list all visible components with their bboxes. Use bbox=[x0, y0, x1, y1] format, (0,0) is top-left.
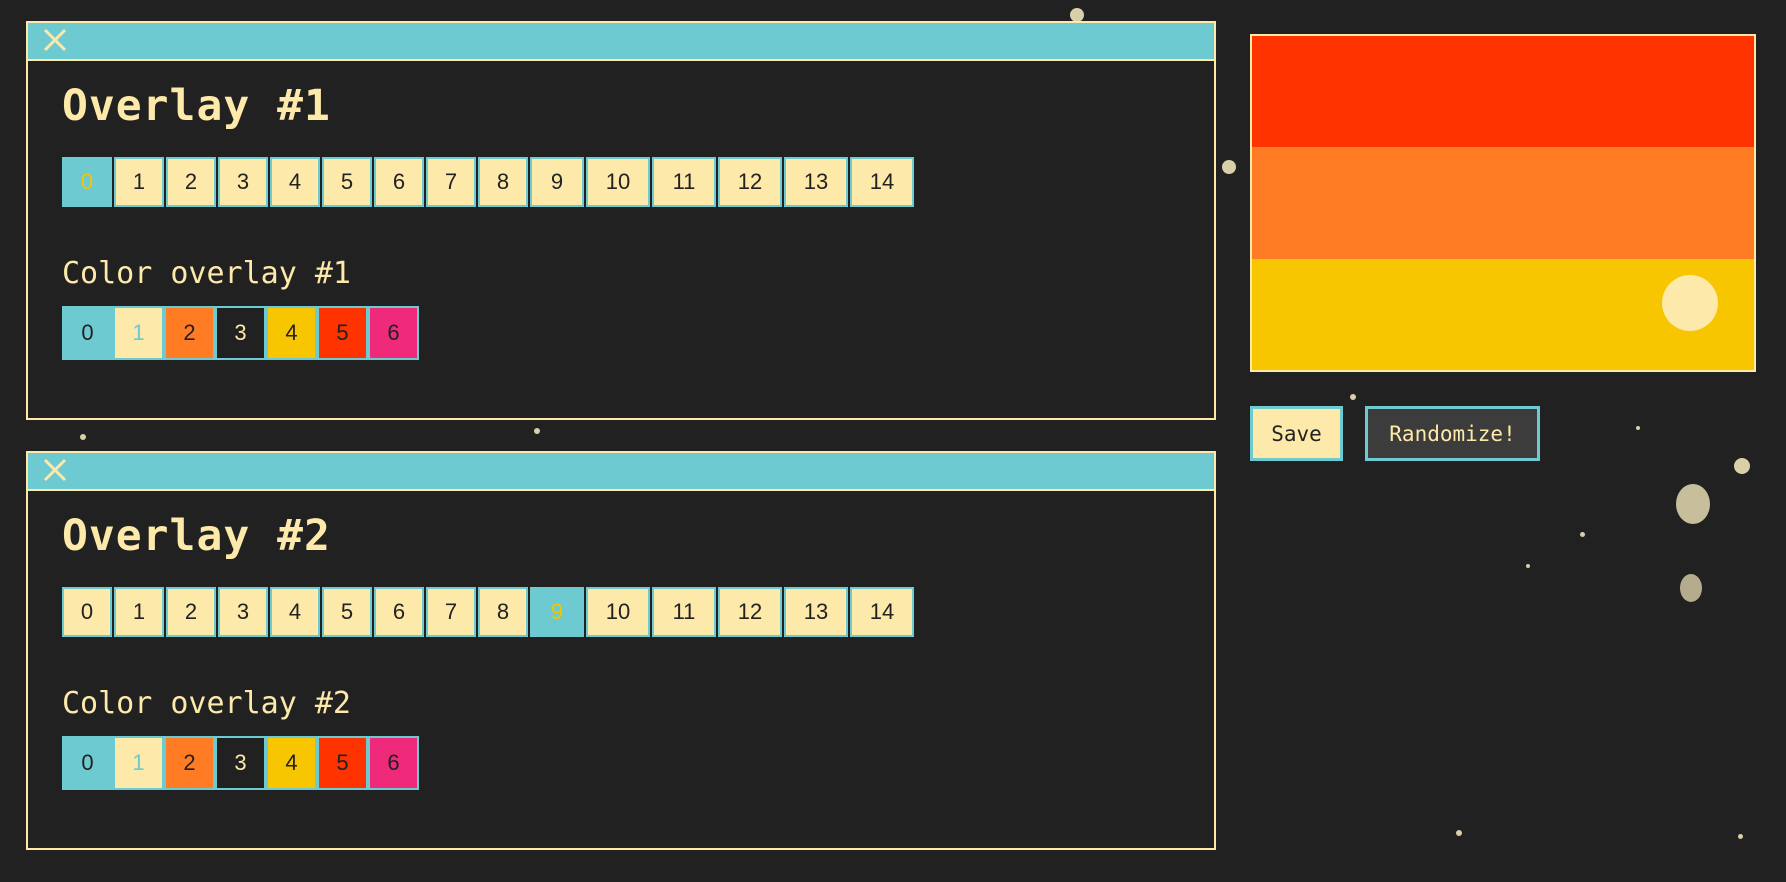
overlay-panel-1: Overlay #1 0 1 2 3 4 5 6 7 8 9 10 11 12 13 14 Color ov… bbox=[26, 21, 1216, 420]
background-speck bbox=[1580, 532, 1585, 537]
background-speck bbox=[1676, 484, 1710, 524]
step-button-8[interactable]: 8 bbox=[478, 157, 528, 207]
step-button-1[interactable]: 1 bbox=[114, 157, 164, 207]
step-button-2[interactable]: 2 bbox=[166, 157, 216, 207]
step-button-0[interactable]: 0 bbox=[62, 587, 112, 637]
close-icon[interactable] bbox=[40, 25, 70, 55]
overlay-panel-2: Overlay #2 0 1 2 3 4 5 6 7 8 9 10 11 12 13 14 Color ov… bbox=[26, 451, 1216, 850]
overlay-titlebar bbox=[28, 23, 1214, 61]
preview-dot bbox=[1662, 274, 1718, 331]
color-swatch-3[interactable]: 3 bbox=[215, 736, 266, 790]
color-swatch-1[interactable]: 1 bbox=[113, 306, 164, 360]
overlay-title: Overlay #2 bbox=[62, 511, 331, 561]
color-swatch-2[interactable]: 2 bbox=[164, 306, 215, 360]
step-button-0[interactable]: 0 bbox=[62, 157, 112, 207]
step-button-12[interactable]: 12 bbox=[718, 587, 782, 637]
step-selector: 0 1 2 3 4 5 6 7 8 9 10 11 12 13 14 bbox=[62, 157, 916, 207]
step-button-5[interactable]: 5 bbox=[322, 587, 372, 637]
color-overlay-title: Color overlay #1 bbox=[62, 256, 351, 291]
background-speck bbox=[1734, 458, 1750, 474]
color-swatch-4[interactable]: 4 bbox=[266, 306, 317, 360]
overlay-titlebar bbox=[28, 453, 1214, 491]
preview-canvas bbox=[1250, 34, 1756, 372]
step-button-8[interactable]: 8 bbox=[478, 587, 528, 637]
color-swatch-selector: 0123456 bbox=[62, 736, 419, 790]
preview-band bbox=[1252, 258, 1754, 370]
background-speck bbox=[1636, 426, 1640, 430]
step-button-6[interactable]: 6 bbox=[374, 157, 424, 207]
step-button-1[interactable]: 1 bbox=[114, 587, 164, 637]
step-button-7[interactable]: 7 bbox=[426, 157, 476, 207]
color-swatch-0[interactable]: 0 bbox=[62, 306, 113, 360]
background-speck bbox=[534, 428, 540, 434]
background-speck bbox=[1738, 834, 1743, 839]
step-selector: 0 1 2 3 4 5 6 7 8 9 10 11 12 13 14 bbox=[62, 587, 916, 637]
preview-band bbox=[1252, 36, 1754, 148]
color-swatch-5[interactable]: 5 bbox=[317, 306, 368, 360]
background-speck bbox=[1070, 8, 1084, 22]
step-button-10[interactable]: 10 bbox=[586, 587, 650, 637]
step-button-3[interactable]: 3 bbox=[218, 157, 268, 207]
color-swatch-3[interactable]: 3 bbox=[215, 306, 266, 360]
step-button-14[interactable]: 14 bbox=[850, 587, 914, 637]
color-swatch-0[interactable]: 0 bbox=[62, 736, 113, 790]
color-swatch-6[interactable]: 6 bbox=[368, 736, 419, 790]
color-swatch-4[interactable]: 4 bbox=[266, 736, 317, 790]
step-button-11[interactable]: 11 bbox=[652, 587, 716, 637]
step-button-9[interactable]: 9 bbox=[530, 587, 584, 637]
preview-band bbox=[1252, 147, 1754, 259]
background-speck bbox=[80, 434, 86, 440]
step-button-12[interactable]: 12 bbox=[718, 157, 782, 207]
color-swatch-2[interactable]: 2 bbox=[164, 736, 215, 790]
color-swatch-selector: 0123456 bbox=[62, 306, 419, 360]
background-speck bbox=[1680, 574, 1702, 602]
background-speck bbox=[1222, 160, 1236, 174]
background-speck bbox=[1350, 394, 1356, 400]
step-button-11[interactable]: 11 bbox=[652, 157, 716, 207]
overlay-title: Overlay #1 bbox=[62, 81, 331, 131]
randomize-button[interactable]: Randomize! bbox=[1365, 406, 1540, 461]
step-button-3[interactable]: 3 bbox=[218, 587, 268, 637]
color-swatch-6[interactable]: 6 bbox=[368, 306, 419, 360]
step-button-13[interactable]: 13 bbox=[784, 157, 848, 207]
step-button-9[interactable]: 9 bbox=[530, 157, 584, 207]
step-button-7[interactable]: 7 bbox=[426, 587, 476, 637]
step-button-13[interactable]: 13 bbox=[784, 587, 848, 637]
close-icon[interactable] bbox=[40, 455, 70, 485]
step-button-4[interactable]: 4 bbox=[270, 157, 320, 207]
step-button-2[interactable]: 2 bbox=[166, 587, 216, 637]
color-swatch-5[interactable]: 5 bbox=[317, 736, 368, 790]
background-speck bbox=[1456, 830, 1462, 836]
step-button-14[interactable]: 14 bbox=[850, 157, 914, 207]
step-button-5[interactable]: 5 bbox=[322, 157, 372, 207]
background-speck bbox=[1526, 564, 1530, 568]
color-swatch-1[interactable]: 1 bbox=[113, 736, 164, 790]
step-button-10[interactable]: 10 bbox=[586, 157, 650, 207]
save-button[interactable]: Save bbox=[1250, 406, 1343, 461]
color-overlay-title: Color overlay #2 bbox=[62, 686, 351, 721]
step-button-6[interactable]: 6 bbox=[374, 587, 424, 637]
step-button-4[interactable]: 4 bbox=[270, 587, 320, 637]
